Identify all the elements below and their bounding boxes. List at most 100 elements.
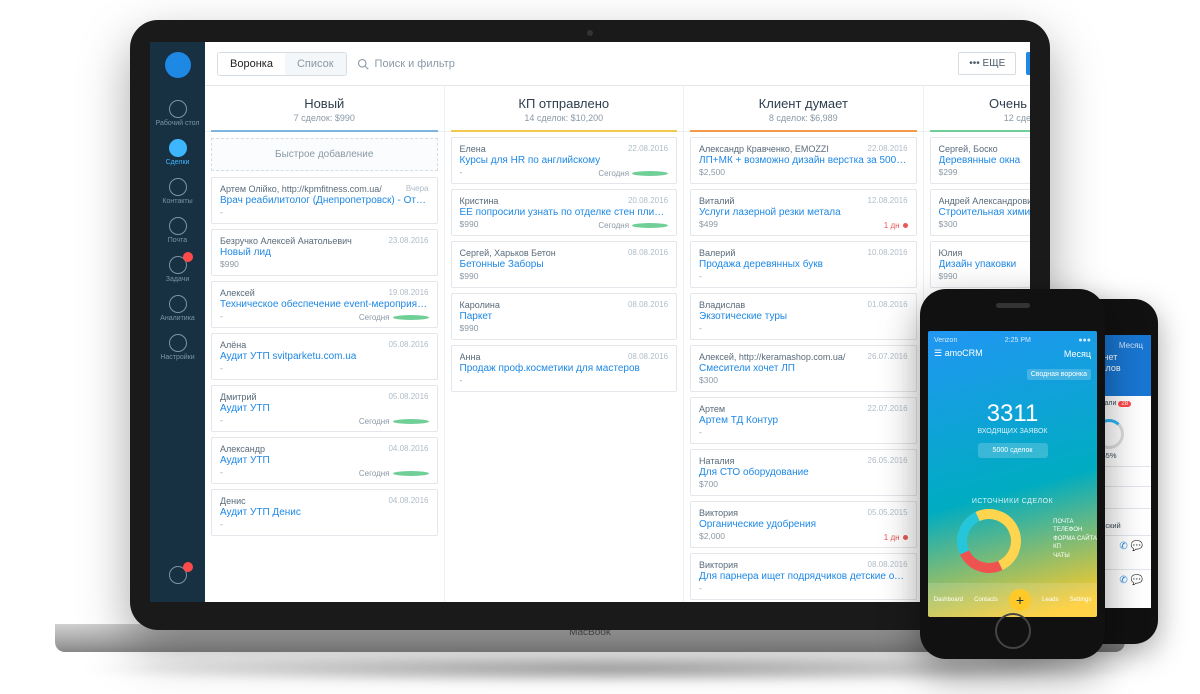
- card-title: Аудит УТП: [220, 403, 429, 414]
- deal-card[interactable]: 20.08.2016КристинаЕЕ попросили узнать по…: [451, 189, 678, 236]
- deal-card[interactable]: 05.08.2016ДмитрийАудит УТП-Сегодня: [211, 385, 438, 432]
- deal-card[interactable]: 22.07.2016АртемАртем ТД Контур-: [690, 397, 917, 444]
- nav-icon: [169, 256, 187, 274]
- notifications-bell[interactable]: [150, 560, 205, 592]
- card-price: -: [699, 427, 908, 437]
- left-sidebar: Рабочий столСделкиКонтактыПочтаЗадачиАна…: [150, 42, 205, 602]
- card-title: Аудит УТП Денис: [220, 507, 429, 518]
- card-title: Аудит УТП: [220, 455, 429, 466]
- column-title: Клиент думает: [692, 96, 915, 111]
- card-title: Продажа деревянных букв: [699, 259, 908, 270]
- nav-icon: [169, 139, 187, 157]
- card-price: $990: [939, 271, 1030, 281]
- nav-Почта[interactable]: Почта: [150, 211, 205, 250]
- card-date: 22.08.2016: [628, 144, 668, 153]
- phone1-tab-contacts[interactable]: Contacts: [974, 597, 998, 603]
- card-title: Смесители хочет ЛП: [699, 363, 908, 374]
- app-logo[interactable]: [165, 52, 191, 78]
- deal-card[interactable]: ВчераАртем Олійко, http://kpmfitness.com…: [211, 177, 438, 224]
- donut-chart-icon: [948, 500, 1030, 582]
- phone1-tab-settings[interactable]: Settings: [1070, 597, 1092, 603]
- status-dot: [393, 419, 429, 424]
- nav-Аналитика[interactable]: Аналитика: [150, 289, 205, 328]
- column-0: Новый7 сделок: $990Быстрое добавлениеВче…: [205, 86, 445, 602]
- card-date: 05.08.2016: [388, 340, 428, 349]
- card-title: Деревянные окна: [939, 155, 1030, 166]
- deal-card[interactable]: 04.08.2016ДенисАудит УТП Денис-: [211, 489, 438, 536]
- deal-card[interactable]: 08.08.2016Сергей, Харьков БетонБетонные …: [451, 241, 678, 288]
- quick-add[interactable]: Быстрое добавление: [211, 138, 438, 171]
- phone-icon[interactable]: ✆ 💬: [1119, 541, 1143, 552]
- deal-card[interactable]: 04.08.2016АлександрАудит УТП-Сегодня: [211, 437, 438, 484]
- card-date: 05.08.2016: [388, 392, 428, 401]
- deal-card[interactable]: 19.08.2016АлексейТехническое обеспечение…: [211, 281, 438, 328]
- phone1-tab-leads[interactable]: Leads: [1042, 597, 1058, 603]
- deal-card[interactable]: 22.08.2016Александр Кравченко, EMOZZIЛП+…: [690, 137, 917, 184]
- nav-Задачи[interactable]: Задачи: [150, 250, 205, 289]
- card-date: 08.08.2016: [628, 248, 668, 257]
- card-price: -: [460, 375, 669, 385]
- card-title: Бетонные Заборы: [460, 259, 669, 270]
- phone1-menu-icon[interactable]: ☰ amoCRM: [934, 348, 983, 359]
- card-price: $2,500: [699, 167, 908, 177]
- card-title: Курсы для HR по английскому: [460, 155, 669, 166]
- nav-Настройки[interactable]: Настройки: [150, 328, 205, 367]
- card-date: Вчера: [406, 184, 429, 193]
- phone1-add-button[interactable]: +: [1009, 589, 1031, 611]
- search-icon: [357, 58, 369, 70]
- phone1-tab-dashboard[interactable]: Dashboard: [934, 597, 963, 603]
- card-price: $700: [699, 479, 908, 489]
- nav-Рабочий стол[interactable]: Рабочий стол: [150, 94, 205, 133]
- nav-icon: [169, 334, 187, 352]
- deal-card[interactable]: 22.08.2016Сергей, БоскоДеревянные окна$2…: [930, 137, 1030, 184]
- card-date: 05.05.2015: [868, 508, 908, 517]
- phone-primary: Verizon2:25 PM●●● ☰ amoCRM Месяц Сводная…: [920, 289, 1105, 659]
- status-dot: [393, 471, 429, 476]
- more-button[interactable]: ••• ЕЩЕ: [958, 52, 1016, 75]
- card-price: -: [699, 323, 908, 333]
- card-person: Андрей Александрович: [939, 196, 1030, 206]
- status-dot: [393, 315, 429, 320]
- deal-card[interactable]: 19.08.2016Андрей АлександровичСтроительн…: [930, 189, 1030, 236]
- add-deal-button[interactable]: + ДОБАВИТЬ СДЕЛКУ: [1026, 52, 1030, 75]
- phone1-period[interactable]: Месяц: [1064, 349, 1091, 359]
- card-price: $2,000: [699, 531, 908, 541]
- card-price: $300: [939, 219, 1030, 229]
- laptop-frame: Рабочий столСделкиКонтактыПочтаЗадачиАна…: [130, 20, 1050, 630]
- deal-card[interactable]: 22.08.2016ЕленаКурсы для HR по английско…: [451, 137, 678, 184]
- phone-icon[interactable]: ✆ 💬: [1119, 575, 1143, 586]
- deal-card[interactable]: 10.08.2016ВалерийПродажа деревянных букв…: [690, 241, 917, 288]
- column-meta: 14 сделок: $10,200: [453, 113, 676, 123]
- search-placeholder: Поиск и фильтр: [375, 58, 455, 70]
- card-price: -: [699, 583, 908, 593]
- deal-card[interactable]: 01.08.2016ВладиславЭкзотические туры-: [690, 293, 917, 340]
- card-person: Артем Олійко, http://kpmfitness.com.ua/: [220, 184, 429, 194]
- deal-card[interactable]: 26.05.2016НаталияДля СТО оборудование$70…: [690, 449, 917, 496]
- card-title: Техническое обеспечение event-мероприяти…: [220, 299, 429, 310]
- card-date: 19.08.2016: [388, 288, 428, 297]
- search-field[interactable]: Поиск и фильтр: [357, 58, 949, 70]
- card-date: 26.05.2016: [868, 456, 908, 465]
- deal-card[interactable]: 26.07.2016Алексей, http://keramashop.com…: [690, 345, 917, 392]
- nav-Контакты[interactable]: Контакты: [150, 172, 205, 211]
- deal-card[interactable]: 08.08.2016АннаПродаж проф.косметики для …: [451, 345, 678, 392]
- card-date: 12.08.2016: [868, 196, 908, 205]
- nav-Сделки[interactable]: Сделки: [150, 133, 205, 172]
- deal-card[interactable]: 23.08.2016Безручко Алексей АнатольевичНо…: [211, 229, 438, 276]
- deal-card[interactable]: 08.08.2016ЮлияДизайн упаковки$990: [930, 241, 1030, 288]
- status-dot: [903, 535, 908, 540]
- card-person: Юлия: [939, 248, 1030, 258]
- card-price: $300: [699, 375, 908, 385]
- tab-list[interactable]: Список: [285, 53, 346, 75]
- deal-card[interactable]: 08.08.2016ВикторияДля парнера ищет подря…: [690, 553, 917, 600]
- deal-card[interactable]: 08.08.2016КаролинаПаркет$990: [451, 293, 678, 340]
- deal-card[interactable]: 12.08.2016ВиталийУслуги лазерной резки м…: [690, 189, 917, 236]
- deal-card[interactable]: 05.05.2015ВикторияОрганические удобрения…: [690, 501, 917, 548]
- tab-funnel[interactable]: Воронка: [218, 53, 285, 75]
- card-price: -: [220, 363, 429, 373]
- card-title: Для СТО оборудование: [699, 467, 908, 478]
- status-dot: [632, 171, 668, 176]
- column-2: Клиент думает8 сделок: $6,98922.08.2016А…: [684, 86, 924, 602]
- deal-card[interactable]: 05.08.2016АлёнаАудит УТП svitparketu.com…: [211, 333, 438, 380]
- card-price: -: [220, 519, 429, 529]
